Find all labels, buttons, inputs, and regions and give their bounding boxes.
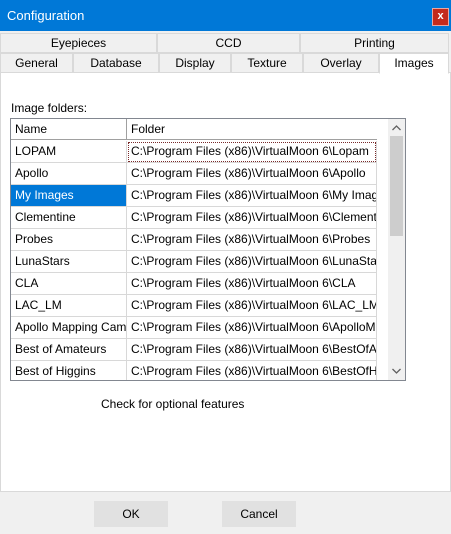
tab-general[interactable]: General	[0, 53, 73, 73]
tab-database[interactable]: Database	[73, 53, 159, 73]
ok-button[interactable]: OK	[94, 501, 168, 527]
tab-texture[interactable]: Texture	[231, 53, 303, 73]
vertical-scrollbar[interactable]	[388, 119, 405, 380]
row-name-cell[interactable]: LOPAM	[11, 141, 127, 163]
grid-header: Name Folder	[11, 119, 377, 140]
image-folders-label: Image folders:	[11, 101, 88, 115]
table-row[interactable]: CLA C:\Program Files (x86)\VirtualMoon 6…	[11, 273, 377, 295]
table-row[interactable]: LOPAM C:\Program Files (x86)\VirtualMoon…	[11, 141, 377, 163]
row-name-cell[interactable]: Apollo	[11, 163, 127, 185]
row-name-cell[interactable]: Apollo Mapping Cameras	[11, 317, 127, 339]
scroll-up-icon[interactable]	[388, 119, 405, 136]
tab-display[interactable]: Display	[159, 53, 231, 73]
row-folder-cell[interactable]: C:\Program Files (x86)\VirtualMoon 6\Cle…	[127, 207, 377, 229]
image-folders-grid[interactable]: Name Folder LOPAM C:\Program Files (x86)…	[10, 118, 406, 381]
row-name-cell[interactable]: CLA	[11, 273, 127, 295]
scrollbar-thumb[interactable]	[390, 136, 403, 236]
check-optional-features-link[interactable]: Check for optional features	[101, 397, 244, 411]
row-folder-cell[interactable]: C:\Program Files (x86)\VirtualMoon 6\My …	[127, 185, 377, 207]
row-folder-cell[interactable]: C:\Program Files (x86)\VirtualMoon 6\CLA	[127, 273, 377, 295]
tab-images[interactable]: Images	[379, 53, 449, 74]
table-row[interactable]: Best of Higgins C:\Program Files (x86)\V…	[11, 361, 377, 380]
row-folder-cell[interactable]: C:\Program Files (x86)\VirtualMoon 6\Lun…	[127, 251, 377, 273]
table-row[interactable]: LAC_LM C:\Program Files (x86)\VirtualMoo…	[11, 295, 377, 317]
window-title: Configuration	[7, 8, 85, 23]
tab-overlay[interactable]: Overlay	[303, 53, 379, 73]
table-row[interactable]: Apollo Mapping Cameras C:\Program Files …	[11, 317, 377, 339]
title-bar: Configuration x	[0, 0, 451, 31]
row-name-cell-selected[interactable]: My Images	[11, 185, 127, 207]
row-name-cell[interactable]: LunaStars	[11, 251, 127, 273]
row-folder-cell[interactable]: C:\Program Files (x86)\VirtualMoon 6\Bes…	[127, 361, 377, 380]
row-folder-cell[interactable]: C:\Program Files (x86)\VirtualMoon 6\Apo…	[127, 317, 377, 339]
column-header-name[interactable]: Name	[11, 119, 127, 140]
row-folder-cell[interactable]: C:\Program Files (x86)\VirtualMoon 6\LAC…	[127, 295, 377, 317]
table-row[interactable]: Apollo C:\Program Files (x86)\VirtualMoo…	[11, 163, 377, 185]
row-name-cell[interactable]: Clementine	[11, 207, 127, 229]
column-header-folder[interactable]: Folder	[127, 119, 377, 140]
row-folder-cell[interactable]: C:\Program Files (x86)\VirtualMoon 6\Lop…	[127, 141, 377, 163]
tab-printing[interactable]: Printing	[300, 33, 449, 53]
row-name-cell[interactable]: Best of Amateurs	[11, 339, 127, 361]
row-folder-cell[interactable]: C:\Program Files (x86)\VirtualMoon 6\Apo…	[127, 163, 377, 185]
table-row[interactable]: LunaStars C:\Program Files (x86)\Virtual…	[11, 251, 377, 273]
scroll-down-icon[interactable]	[388, 363, 405, 380]
table-row[interactable]: Best of Amateurs C:\Program Files (x86)\…	[11, 339, 377, 361]
cancel-button[interactable]: Cancel	[222, 501, 296, 527]
tab-ccd[interactable]: CCD	[157, 33, 300, 53]
table-row[interactable]: Clementine C:\Program Files (x86)\Virtua…	[11, 207, 377, 229]
close-button[interactable]: x	[432, 8, 449, 26]
table-row[interactable]: Probes C:\Program Files (x86)\VirtualMoo…	[11, 229, 377, 251]
row-name-cell[interactable]: LAC_LM	[11, 295, 127, 317]
table-row[interactable]: My Images C:\Program Files (x86)\Virtual…	[11, 185, 377, 207]
row-name-cell[interactable]: Probes	[11, 229, 127, 251]
row-name-cell[interactable]: Best of Higgins	[11, 361, 127, 380]
row-folder-cell[interactable]: C:\Program Files (x86)\VirtualMoon 6\Bes…	[127, 339, 377, 361]
tab-eyepieces[interactable]: Eyepieces	[0, 33, 157, 53]
row-folder-cell[interactable]: C:\Program Files (x86)\VirtualMoon 6\Pro…	[127, 229, 377, 251]
